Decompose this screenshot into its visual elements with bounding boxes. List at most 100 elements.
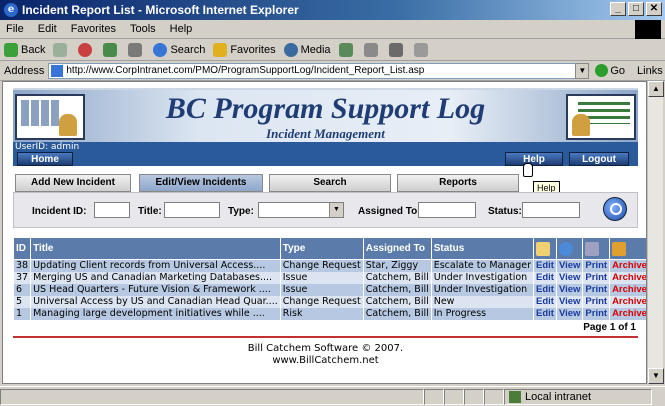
forward-button[interactable] (53, 43, 70, 57)
col-assigned-header[interactable]: Assigned To (362, 237, 432, 260)
title-input[interactable] (164, 202, 220, 218)
page: BC Program Support Log Incident Manageme… (12, 88, 646, 376)
footer: Bill Catchem Software © 2007. www.BillCa… (13, 343, 638, 367)
refresh-button[interactable] (103, 43, 120, 57)
col-id-header[interactable]: ID (12, 237, 32, 260)
minimize-button[interactable]: _ (610, 2, 626, 16)
address-dropdown[interactable]: ▼ (575, 62, 590, 79)
archive-link[interactable]: Archive (609, 308, 646, 320)
scroll-down-icon[interactable]: ▼ (648, 368, 664, 384)
search-toolbar-button[interactable]: Search (153, 43, 205, 57)
status-cell (424, 388, 444, 405)
tab-edit-view-incidents[interactable]: Edit/View Incidents (139, 174, 263, 192)
status-cell (444, 388, 464, 405)
print-link[interactable]: Print (582, 259, 610, 272)
print-link[interactable]: Print (582, 284, 610, 296)
cell-id: 1 (12, 308, 31, 320)
edit-link[interactable]: Edit (532, 272, 557, 284)
cell-title: Updating Client records from Universal A… (30, 259, 281, 272)
page-title: BC Program Support Log (165, 92, 486, 125)
refresh-icon (103, 43, 118, 57)
menu-edit[interactable]: Edit (38, 23, 57, 35)
view-link[interactable]: View (555, 272, 583, 284)
status-label: Status: (488, 206, 522, 217)
archive-link[interactable]: Archive (609, 296, 646, 308)
media-icon (283, 43, 298, 57)
table-row: 5 Universal Access by US and Canadian Hea… (12, 296, 646, 308)
print-link[interactable]: Print (582, 308, 610, 320)
col-status-header[interactable]: Status (430, 237, 534, 260)
archive-link[interactable]: Archive (609, 272, 646, 284)
go-button[interactable]: Go (595, 64, 625, 77)
close-button[interactable]: ✕ (646, 2, 662, 16)
logout-button[interactable]: Logout (569, 152, 629, 166)
address-input[interactable]: http://www.CorpIntranet.com/PMO/ProgramS… (48, 62, 577, 79)
home-button[interactable]: Home (17, 152, 73, 166)
cell-title: Merging US and Canadian Marketing Databa… (30, 272, 281, 284)
cell-assigned: Catchem, Bill (362, 284, 432, 296)
tab-reports[interactable]: Reports (397, 174, 519, 192)
view-link[interactable]: View (555, 259, 583, 272)
incident-id-input[interactable] (94, 202, 130, 218)
status-bar: Local intranet (0, 386, 665, 406)
tab-add-new-incident[interactable]: Add New Incident (15, 174, 131, 192)
view-link[interactable]: View (555, 284, 583, 296)
scroll-up-icon[interactable]: ▲ (648, 81, 664, 97)
archive-link[interactable]: Archive (609, 284, 646, 296)
col-type-header[interactable]: Type (279, 237, 364, 260)
history-icon (338, 43, 353, 57)
status-input[interactable] (522, 202, 580, 218)
edit-toolbar-button[interactable] (413, 43, 431, 57)
tab-search[interactable]: Search (269, 174, 391, 192)
vertical-scrollbar[interactable]: ▲ ▼ (647, 81, 664, 384)
history-button[interactable] (338, 43, 356, 57)
assigned-to-label: Assigned To: (358, 206, 421, 217)
media-button[interactable]: Media (283, 43, 331, 57)
type-select[interactable]: ▼ (258, 202, 344, 218)
home-toolbar-button[interactable] (128, 43, 145, 57)
table-row: 38 Updating Client records from Universal… (12, 259, 646, 272)
maximize-button[interactable]: □ (628, 2, 644, 16)
cell-id: 37 (12, 272, 31, 284)
assigned-to-input[interactable] (418, 202, 476, 218)
address-bar: Address http://www.CorpIntranet.com/PMO/… (0, 61, 665, 81)
stop-button[interactable] (78, 43, 95, 57)
back-button[interactable]: Back (4, 43, 45, 57)
menu-help[interactable]: Help (170, 23, 193, 35)
menu-favorites[interactable]: Favorites (71, 23, 116, 35)
browser-toolbar: Back Search Favorites Media (0, 40, 665, 61)
links-button[interactable]: Links (637, 65, 663, 77)
print-link[interactable]: Print (582, 296, 610, 308)
mail-icon (363, 43, 378, 57)
view-link[interactable]: View (555, 296, 583, 308)
cell-id: 38 (12, 259, 31, 272)
favorites-button[interactable]: Favorites (213, 43, 276, 57)
edit-link[interactable]: Edit (532, 308, 557, 320)
view-link[interactable]: View (555, 308, 583, 320)
cell-status: Under Investigation (430, 272, 534, 284)
menu-file[interactable]: File (6, 23, 24, 35)
print-link[interactable]: Print (582, 272, 610, 284)
footer-website[interactable]: www.BillCatchem.net (13, 355, 638, 367)
menu-bar: File Edit Favorites Tools Help (0, 20, 665, 39)
archive-icon (612, 241, 627, 256)
address-label: Address (4, 64, 45, 77)
intranet-zone-icon (509, 390, 521, 403)
hand-cursor-icon (523, 163, 533, 177)
printer-icon (585, 241, 600, 256)
cell-type: Change Request (279, 259, 364, 272)
ie-logo-icon: e (4, 3, 18, 17)
menu-tools[interactable]: Tools (130, 23, 156, 35)
print-toolbar-button[interactable] (388, 43, 406, 57)
windows-logo-icon (635, 20, 661, 39)
status-text-cell (0, 388, 424, 405)
archive-link[interactable]: Archive (609, 259, 646, 272)
forward-arrow-icon (53, 43, 68, 57)
edit-link[interactable]: Edit (532, 296, 557, 308)
edit-link[interactable]: Edit (532, 259, 557, 272)
col-title-header[interactable]: Title (30, 237, 281, 260)
edit-link[interactable]: Edit (532, 284, 557, 296)
help-button[interactable]: Help (505, 152, 563, 166)
mail-button[interactable] (363, 43, 381, 57)
search-go-button[interactable] (603, 197, 627, 221)
